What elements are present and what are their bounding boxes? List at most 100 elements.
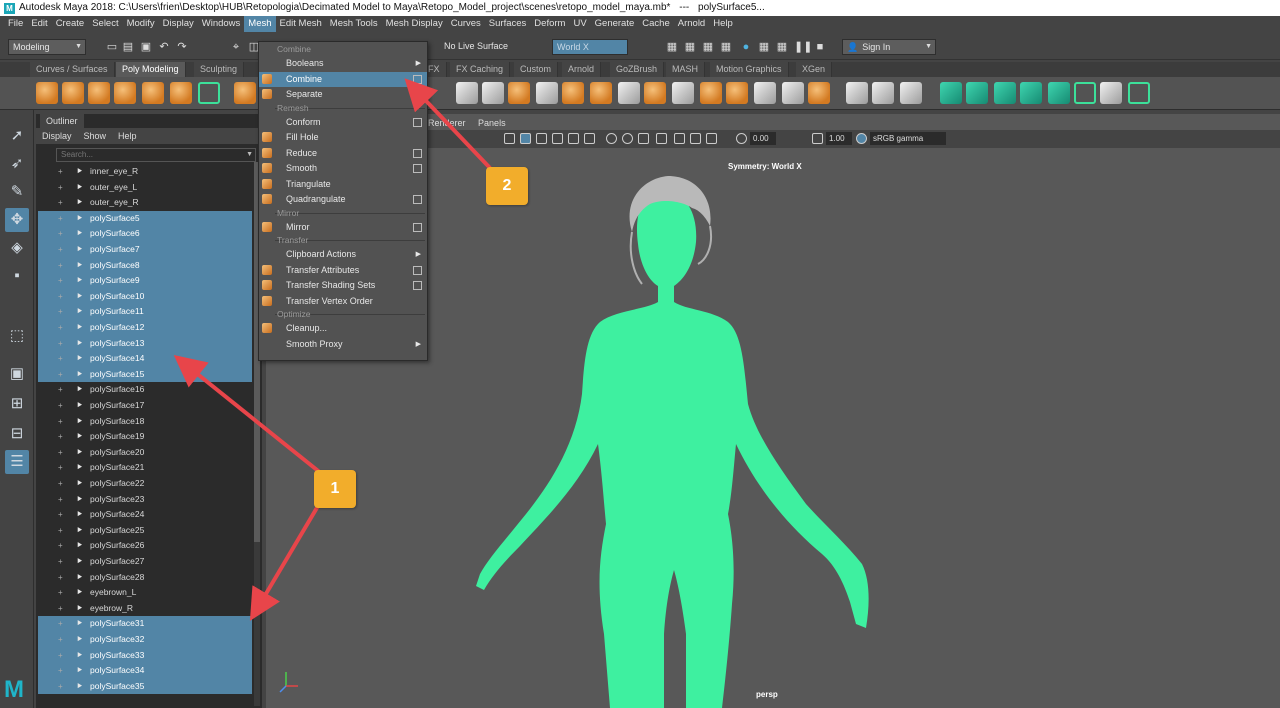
shelf-tab-fx-caching[interactable]: FX Caching — [450, 62, 511, 77]
menu-item-reduce[interactable]: Reduce — [259, 146, 427, 161]
poly-type-icon[interactable] — [198, 82, 220, 104]
live-surface-field[interactable]: No Live Surface — [440, 39, 532, 55]
sign-in-button[interactable]: 👤 Sign In ▼ — [842, 39, 936, 55]
outliner-row[interactable]: + ⯈ polySurface27 — [38, 554, 252, 570]
select-tool-icon[interactable]: ➚ — [5, 124, 29, 148]
save-scene-icon[interactable]: ▣ — [140, 41, 152, 53]
render-frame-icon[interactable]: ▦ — [666, 41, 678, 53]
menu-item-transfer-attributes[interactable]: Transfer Attributes — [259, 263, 427, 278]
ipr-render-icon[interactable]: ▦ — [702, 41, 714, 53]
menu-item-separate[interactable]: Separate — [259, 87, 427, 102]
outliner-row[interactable]: + ⯈ polySurface26 — [38, 538, 252, 554]
expand-icon[interactable]: + — [58, 195, 63, 211]
outliner-row[interactable]: + ⯈ polySurface9 — [38, 273, 252, 289]
shelf-tab-gozbrush[interactable]: GoZBrush — [610, 62, 665, 77]
open-scene-icon[interactable]: ▤ — [122, 41, 134, 53]
move-tool-icon[interactable]: ✥ — [5, 208, 29, 232]
expand-icon[interactable]: + — [58, 398, 63, 414]
render-view-icon[interactable]: ▦ — [720, 41, 732, 53]
shelf-tab-mash[interactable]: MASH — [666, 62, 706, 77]
outliner-row[interactable]: + ⯈ eyebrown_L — [38, 585, 252, 601]
outliner-tab[interactable]: Outliner — [40, 114, 84, 128]
outliner-row[interactable]: + ⯈ outer_eye_L — [38, 180, 252, 196]
expand-icon[interactable]: + — [58, 523, 63, 539]
expand-icon[interactable]: + — [58, 601, 63, 617]
menu-item-smooth[interactable]: Smooth — [259, 161, 427, 176]
outliner-row[interactable]: + ⯈ polySurface21 — [38, 460, 252, 476]
cut-uv-icon[interactable] — [1100, 82, 1122, 104]
outliner-row[interactable]: + ⯈ polySurface17 — [38, 398, 252, 414]
expand-icon[interactable]: + — [58, 226, 63, 242]
character-body[interactable] — [476, 194, 869, 708]
outliner-row[interactable]: + ⯈ polySurface18 — [38, 414, 252, 430]
menu-item-quadrangulate[interactable]: Quadrangulate — [259, 192, 427, 207]
redo-icon[interactable]: ↷ — [176, 41, 188, 53]
outliner-search-input[interactable]: Search... ▼ — [56, 148, 256, 162]
menu-windows[interactable]: Windows — [198, 16, 245, 32]
expand-icon[interactable]: + — [58, 648, 63, 664]
expand-icon[interactable]: + — [58, 289, 63, 305]
shelf-tab-poly-modeling[interactable]: Poly Modeling — [116, 62, 186, 77]
persp-outliner-icon[interactable]: ⊟ — [5, 422, 29, 446]
menu-item-smooth-proxy[interactable]: Smooth Proxy ▶ — [259, 337, 427, 352]
four-view-icon[interactable]: ⊞ — [5, 392, 29, 416]
outliner-row[interactable]: + ⯈ polySurface20 — [38, 445, 252, 461]
menu-display[interactable]: Display — [159, 16, 198, 32]
menu-cache[interactable]: Cache — [638, 16, 673, 32]
outliner-row[interactable]: + ⯈ polySurface16 — [38, 382, 252, 398]
outliner-row[interactable]: + ⯈ polySurface5 — [38, 210, 252, 227]
poly-plane-icon[interactable] — [170, 82, 192, 104]
outliner-row[interactable]: + ⯈ polySurface19 — [38, 429, 252, 445]
menu-item-mirror[interactable]: Mirror — [259, 220, 427, 235]
paint-select-icon[interactable]: ✎ — [5, 180, 29, 204]
menu-deform[interactable]: Deform — [530, 16, 569, 32]
outliner-row[interactable]: + ⯈ polySurface32 — [38, 632, 252, 648]
reduce-icon[interactable] — [644, 82, 666, 104]
outliner-row[interactable]: + ⯈ outer_eye_R — [38, 195, 252, 211]
outliner-row[interactable]: + ⯈ polySurface8 — [38, 257, 252, 274]
menu-uv[interactable]: UV — [569, 16, 590, 32]
expand-icon[interactable]: + — [58, 570, 63, 586]
menu-edit[interactable]: Edit — [27, 16, 51, 32]
multi-cut-icon[interactable] — [846, 82, 868, 104]
option-box-icon[interactable] — [413, 148, 422, 158]
show-manipulator-icon[interactable]: ⬚ — [5, 324, 29, 348]
expand-icon[interactable]: + — [58, 211, 63, 227]
outliner-row[interactable]: + ⯈ polySurface31 — [38, 616, 252, 632]
outliner-row[interactable]: + ⯈ polySurface28 — [38, 570, 252, 586]
menu-arnold[interactable]: Arnold — [674, 16, 709, 32]
menu-item-clipboard-actions[interactable]: Clipboard Actions ▶ — [259, 247, 427, 262]
combine-icon[interactable] — [456, 82, 478, 104]
playblast-icon[interactable]: ▦ — [758, 41, 770, 53]
menu-surfaces[interactable]: Surfaces — [485, 16, 531, 32]
menu-item-fill-hole[interactable]: Fill Hole — [259, 130, 427, 145]
expand-icon[interactable]: + — [58, 445, 63, 461]
expand-icon[interactable]: + — [58, 476, 63, 492]
expand-icon[interactable]: + — [58, 367, 63, 383]
select-hierarchy-icon[interactable]: ⌖ — [230, 41, 242, 53]
undo-icon[interactable]: ↶ — [158, 41, 170, 53]
outliner-row[interactable]: + ⯈ polySurface15 — [38, 366, 252, 383]
bevel-icon[interactable] — [782, 82, 804, 104]
bridge-icon[interactable] — [754, 82, 776, 104]
auto-map-icon[interactable] — [1020, 82, 1042, 104]
outliner-row[interactable]: + ⯈ polySurface14 — [38, 351, 252, 367]
option-box-icon[interactable] — [413, 117, 422, 127]
expand-icon[interactable]: + — [58, 585, 63, 601]
cylindrical-map-icon[interactable] — [966, 82, 988, 104]
separate-icon[interactable] — [482, 82, 504, 104]
poly-cylinder-icon[interactable] — [88, 82, 110, 104]
outliner-row[interactable]: + ⯈ polySurface7 — [38, 242, 252, 258]
menu-help[interactable]: Help — [709, 16, 737, 32]
expand-icon[interactable]: + — [58, 336, 63, 352]
expand-icon[interactable]: + — [58, 429, 63, 445]
expand-icon[interactable]: + — [58, 320, 63, 336]
character-model[interactable] — [476, 176, 869, 708]
shelf-tab-arnold[interactable]: Arnold — [562, 62, 602, 77]
menu-mesh-display[interactable]: Mesh Display — [382, 16, 447, 32]
pause-icon[interactable]: ❚❚ — [794, 41, 812, 53]
quadrangulate-icon[interactable] — [726, 82, 748, 104]
shelf-tab-motion-graphics[interactable]: Motion Graphics — [710, 62, 789, 77]
extrude-icon[interactable] — [808, 82, 830, 104]
menu-item-cleanup[interactable]: Cleanup... — [259, 321, 427, 336]
